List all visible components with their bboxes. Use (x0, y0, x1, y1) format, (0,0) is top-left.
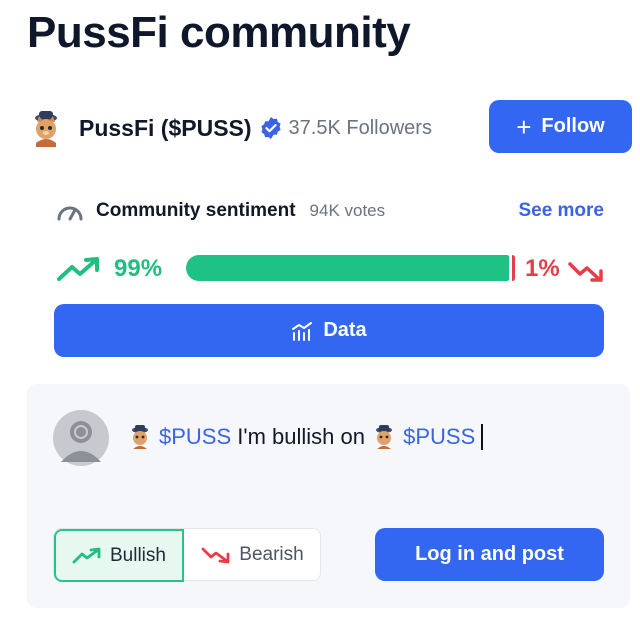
bearish-toggle-button[interactable]: Bearish (184, 529, 321, 581)
user-avatar-icon (53, 410, 109, 466)
follow-button[interactable]: + Follow (489, 100, 632, 153)
bullish-percent: 99% (114, 255, 163, 282)
chart-icon (292, 321, 313, 341)
bullish-toggle-button[interactable]: Bullish (54, 529, 184, 582)
verified-badge-icon (260, 117, 281, 139)
puss-avatar-icon (35, 111, 57, 147)
data-button[interactable]: Data (54, 304, 604, 357)
sentiment-bar (186, 255, 515, 281)
bearish-percent: 1% (525, 255, 560, 282)
sentiment-bar-row: 99% 1% (56, 252, 604, 286)
sentiment-label: Community sentiment (96, 200, 296, 221)
page-title: PussFi community (27, 8, 411, 57)
votes-count: 94K votes (309, 201, 386, 220)
bullish-label: Bullish (110, 544, 166, 566)
trend-up-icon (57, 257, 99, 281)
trend-up-icon (72, 547, 101, 563)
puss-emoji-icon (376, 425, 393, 449)
login-post-button[interactable]: Log in and post (375, 528, 604, 581)
trend-down-icon (201, 547, 230, 564)
follow-label: Follow (541, 115, 605, 137)
mention-token: $PUSS (403, 424, 476, 449)
post-composer: $PUSS I'm bullish on $PUSS Bullish Beari… (27, 384, 630, 608)
data-button-label: Data (323, 319, 367, 341)
sentiment-toggle: Bullish Bearish (53, 528, 321, 582)
see-more-link[interactable]: See more (518, 200, 604, 222)
bearish-label: Bearish (239, 544, 304, 565)
puss-emoji-icon (132, 425, 148, 449)
mention-token: $PUSS (159, 424, 232, 449)
text-caret (481, 424, 484, 450)
post-input[interactable]: $PUSS I'm bullish on $PUSS (127, 424, 484, 450)
bearish-bar-fill (512, 255, 515, 281)
bullish-bar-fill (186, 255, 509, 281)
post-text-body: I'm bullish on (231, 424, 372, 449)
plus-icon: + (516, 111, 532, 142)
profile-name: PussFi ($PUSS) (79, 114, 252, 141)
followers-count: 37.5K Followers (288, 116, 432, 139)
gauge-icon (57, 206, 83, 221)
sentiment-header: Community sentiment 94K votes See more (56, 196, 604, 226)
profile-row: PussFi ($PUSS) 37.5K Followers + Follow (27, 100, 632, 153)
trend-down-icon (568, 262, 603, 282)
